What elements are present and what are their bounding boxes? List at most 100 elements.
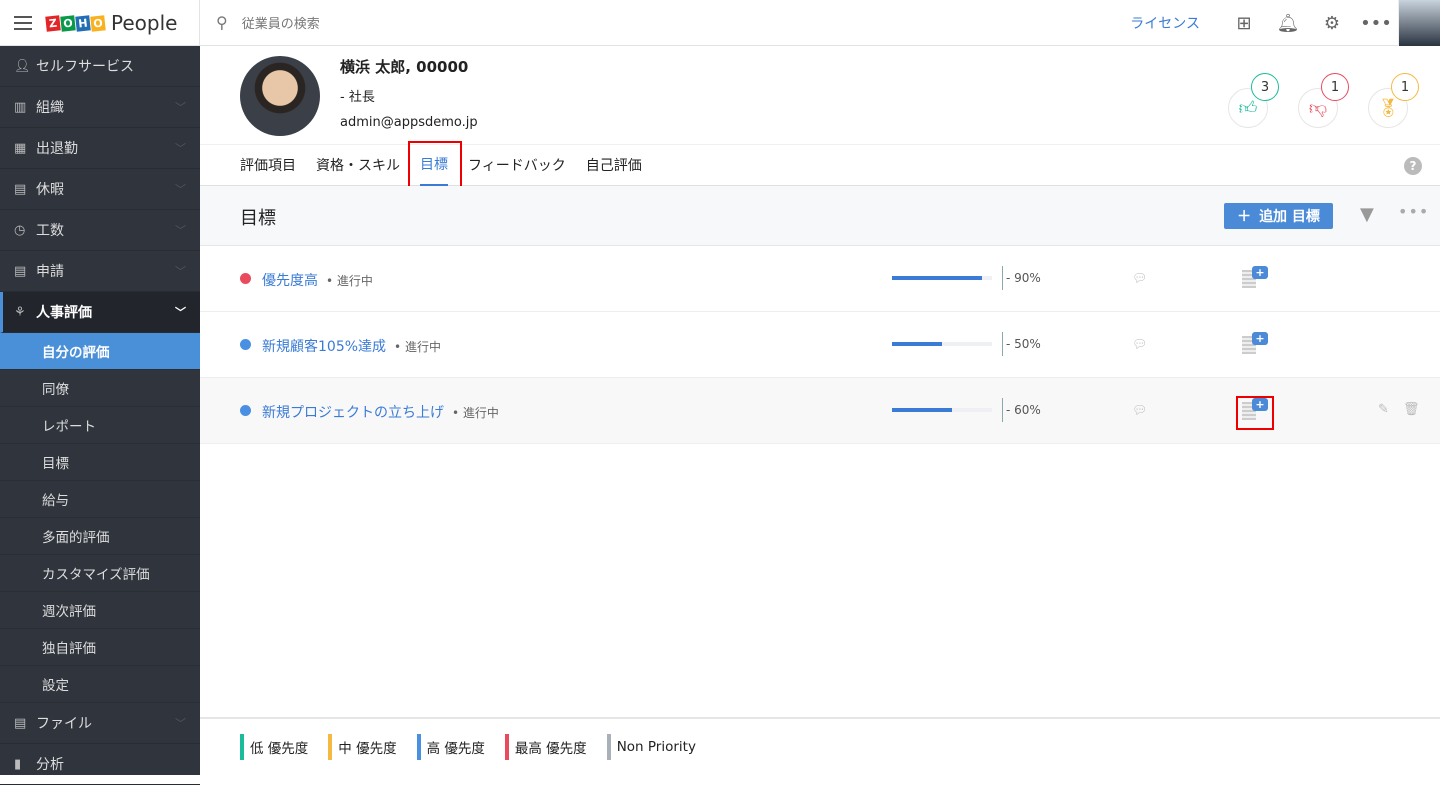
progress-fill [892,342,942,346]
appraisal-icon: ⚘ [14,304,26,320]
sub-item-my-appraisal[interactable]: 自分の評価 [0,333,200,370]
legend-low: 低 優先度 [240,734,308,760]
goal-row[interactable]: 優先度高 • 進行中 - 90% 💬︎ + [200,246,1440,312]
sidebar-item-timesheet[interactable]: ◷ 工数 ﹀ [0,210,200,251]
progress-bar [892,342,992,346]
sidebar-item-files[interactable]: ▤ ファイル ﹀ [0,703,200,744]
profile-name: 横浜 太郎, 00000 [340,58,469,76]
sidebar-item-label: 人事評価 [36,305,92,321]
sub-item-custom[interactable]: カスタマイズ評価 [0,555,200,592]
search-input[interactable]: 従業員の検索 [242,13,320,32]
sidebar-item-requests[interactable]: ▤ 申請 ﹀ [0,251,200,292]
progress-percent: - 50% [1006,337,1041,351]
tab-feedback[interactable]: フィードバック [468,145,566,185]
sub-item-goals[interactable]: 目標 [0,444,200,481]
logo-letter: O [90,14,106,32]
tab-self-evaluation[interactable]: 自己評価 [586,145,642,185]
sidebar-item-label: セルフサービス [36,59,134,75]
comment-icon[interactable]: 💬︎ [1132,271,1147,285]
sidebar-item-attendance[interactable]: ▦ 出退勤 ﹀ [0,128,200,169]
plus-icon: ＋ [1237,209,1252,225]
more-icon[interactable]: ••• [1354,13,1398,34]
analytics-icon: ▮ [14,756,22,772]
priority-dot [240,405,251,416]
employee-search[interactable]: ⚲ 従業員の検索 [216,13,320,32]
progress-fill [892,408,952,412]
goal-status: 進行中 [404,340,441,354]
tab-skills[interactable]: 資格・スキル [316,145,400,185]
main-content: 横浜 太郎, 00000 - 社長 admin@appsdemo.jp 👍︎ 3 … [200,46,1440,775]
logo-letter: Z [45,14,61,32]
gear-icon[interactable]: ⚙ [1310,13,1354,34]
user-icon: 👤︎ [14,58,31,74]
edit-icon[interactable]: ✎ [1378,402,1389,417]
goal-status: 進行中 [336,274,373,288]
sidebar-item-label: 休暇 [36,182,64,198]
profile-email: admin@appsdemo.jp [340,115,478,130]
calendar-icon: ▦ [14,140,27,156]
legend-non-priority: Non Priority [606,734,696,760]
chevron-down-icon: ﹀ [175,142,186,155]
chevron-down-icon: ﹀ [175,306,186,319]
sidebar-item-appraisal[interactable]: ⚘ 人事評価 ﹀ [0,292,200,333]
add-box-icon[interactable]: ⊞ [1222,13,1266,34]
sub-item-own[interactable]: 独自評価 [0,629,200,666]
thumbs-up-icon: 👍︎ [1238,98,1258,119]
sidebar: 👤︎ セルフサービス ▥ 組織 ﹀ ▦ 出退勤 ﹀ ▤ 休暇 ﹀ ◷ 工数 ﹀ ▤ 申請 ﹀ ⚘ 人事評… [0,46,200,785]
sidebar-item-label: 出退勤 [36,141,78,157]
trash-icon[interactable]: 🗑︎ [1403,402,1420,417]
sub-item-peers[interactable]: 同僚 [0,370,200,407]
profile-header: 横浜 太郎, 00000 - 社長 admin@appsdemo.jp 👍︎ 3 … [200,46,1440,145]
more-icon[interactable]: ••• [1398,202,1429,221]
goal-name[interactable]: 新規プロジェクトの立ち上げ [262,405,444,421]
goal-row[interactable]: 新規顧客105%達成 • 進行中 - 50% 💬︎ + [200,312,1440,378]
chevron-down-icon: ﹀ [175,224,186,237]
goal-row[interactable]: 新規プロジェクトの立ち上げ • 進行中 - 60% 💬︎ + ✎ 🗑︎ [200,378,1440,444]
logo-letter: O [60,14,76,32]
add-note-icon[interactable]: + [1252,332,1268,345]
sidebar-item-organization[interactable]: ▥ 組織 ﹀ [0,87,200,128]
tab-evaluation-items[interactable]: 評価項目 [240,145,296,185]
sidebar-item-label: 組織 [36,100,64,116]
add-goal-button[interactable]: ＋ 追加 目標 [1224,203,1333,229]
top-bar: Z O H O People ⚲ 従業員の検索 ライセンス ⊞ 🔔︎ ⚙ ••• [0,0,1440,46]
sub-item-weekly[interactable]: 週次評価 [0,592,200,629]
section-title: 目標 [240,208,276,229]
comment-icon[interactable]: 💬︎ [1132,403,1147,417]
award-count: 1 [1391,73,1419,101]
progress-bar [892,408,992,412]
license-link[interactable]: ライセンス [1130,13,1200,33]
goal-name[interactable]: 新規顧客105%達成 [262,339,386,355]
sub-item-salary[interactable]: 給与 [0,481,200,518]
bell-icon[interactable]: 🔔︎ [1266,13,1310,34]
dislike-badge[interactable]: 👎︎ 1 [1298,73,1349,128]
add-note-icon[interactable]: + [1252,266,1268,279]
user-avatar[interactable] [1398,0,1440,46]
progress-bar [892,276,992,280]
tab-goals[interactable]: 目標 [408,141,462,189]
leave-icon: ▤ [14,181,27,197]
sidebar-item-self-service[interactable]: 👤︎ セルフサービス [0,46,200,87]
brand: Z O H O People [0,0,200,46]
progress-percent: - 90% [1006,271,1041,285]
product-name: People [111,11,178,35]
award-icon: 🏅︎ [1376,97,1400,119]
sidebar-item-leave[interactable]: ▤ 休暇 ﹀ [0,169,200,210]
building-icon: ▥ [14,99,27,115]
sub-item-settings[interactable]: 設定 [0,666,200,703]
clock-icon: ◷ [14,222,26,238]
legend-high: 高 優先度 [416,734,485,760]
zoho-logo[interactable]: Z O H O [45,14,106,32]
help-icon[interactable]: ? [1404,157,1422,175]
add-goal-label: 追加 目標 [1259,209,1320,225]
dislike-count: 1 [1321,73,1349,101]
sub-item-report[interactable]: レポート [0,407,200,444]
like-badge[interactable]: 👍︎ 3 [1228,73,1279,128]
comment-icon[interactable]: 💬︎ [1132,337,1147,351]
goal-name[interactable]: 優先度高 [262,273,318,289]
menu-icon[interactable] [14,16,32,30]
sub-item-360[interactable]: 多面的評価 [0,518,200,555]
sidebar-item-analytics[interactable]: ▮ 分析 [0,744,200,785]
award-badge[interactable]: 🏅︎ 1 [1368,73,1419,128]
filter-icon[interactable]: ▼ [1360,204,1374,225]
